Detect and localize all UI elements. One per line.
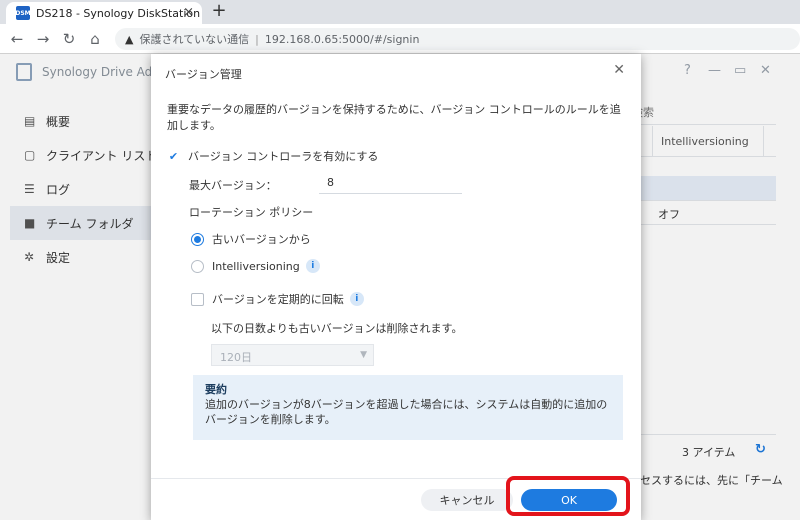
back-icon[interactable]: ←	[8, 30, 26, 48]
url-field[interactable]: ▲ 保護されていない通信 | 192.168.0.65:5000/#/signi…	[115, 28, 800, 50]
version-control-dialog: バージョン管理 ✕ 重要なデータの履歴的バージョンを保持するために、バージョン …	[151, 54, 641, 520]
close-icon[interactable]: ✕	[613, 62, 625, 78]
browser-tabbar: DSM DS218 - Synology DiskStation × +	[0, 0, 800, 24]
tab-title: DS218 - Synology DiskStation	[36, 6, 201, 20]
cancel-button[interactable]: キャンセル	[421, 489, 513, 511]
periodic-rotation-label: バージョンを定期的に回転	[212, 293, 344, 306]
radio-oldest-label: 古いバージョンから	[212, 233, 311, 246]
max-versions-text: 最大バージョン：	[189, 179, 277, 192]
radio-oldest[interactable]	[191, 232, 204, 246]
browser-tab[interactable]: DSM DS218 - Synology DiskStation ×	[6, 2, 202, 24]
radio-intelliversioning[interactable]	[191, 259, 204, 273]
summary-text: 追加のバージョンが8バージョンを超過した場合には、システムは自動的に追加のバージ…	[205, 398, 608, 426]
url-text: 192.168.0.65:5000/#/signin	[264, 32, 420, 46]
info-icon[interactable]: i	[349, 292, 364, 306]
summary-title: 要約	[205, 383, 227, 396]
tab-close-icon[interactable]: ×	[183, 5, 194, 20]
checkmark-icon[interactable]: ✔	[167, 150, 180, 163]
days-select[interactable]: 120日 ▼	[211, 344, 374, 366]
max-versions-input[interactable]: 8	[319, 172, 462, 194]
enable-version-control-label: バージョン コントローラを有効にする	[188, 150, 379, 163]
url-separator: |	[255, 32, 259, 46]
enable-version-control-row[interactable]: ✔ バージョン コントローラを有効にする	[167, 148, 379, 164]
info-icon[interactable]: i	[305, 259, 320, 273]
url-warning-text: 保護されていない通信	[139, 33, 250, 46]
periodic-note-text: 以下の日数よりも古いバージョンは削除されます。	[211, 322, 463, 335]
summary-box: 要約 追加のバージョンが8バージョンを超過した場合には、システムは自動的に追加の…	[193, 375, 623, 440]
dialog-title: バージョン管理	[165, 68, 242, 81]
periodic-note: 以下の日数よりも古いバージョンは削除されます。	[211, 320, 462, 336]
rotation-policy-heading: ローテーション ポリシー	[189, 204, 313, 220]
new-tab-button[interactable]: +	[208, 2, 230, 22]
ok-highlight-frame	[506, 476, 630, 516]
dsm-favicon-icon: DSM	[15, 6, 31, 20]
periodic-rotation-row[interactable]: バージョンを定期的に回転 i	[191, 291, 364, 307]
days-select-value: 120日	[220, 351, 252, 364]
radio-oldest-row[interactable]: 古いバージョンから	[191, 231, 311, 247]
home-icon[interactable]: ⌂	[86, 30, 104, 48]
chevron-down-icon: ▼	[360, 350, 367, 360]
radio-intelliversioning-row[interactable]: Intelliversioning i	[191, 259, 320, 273]
reload-icon[interactable]: ↻	[60, 30, 78, 48]
warning-icon[interactable]: ▲	[125, 33, 133, 46]
forward-icon[interactable]: →	[34, 30, 52, 48]
max-versions-label: 最大バージョン：	[189, 177, 277, 193]
address-bar: ← → ↻ ⌂ ▲ 保護されていない通信 | 192.168.0.65:5000…	[0, 24, 800, 54]
radio-intelliversioning-label: Intelliversioning	[212, 259, 300, 273]
periodic-rotation-checkbox[interactable]	[191, 292, 204, 306]
dialog-description: 重要なデータの履歴的バージョンを保持するために、バージョン コントロールのルール…	[167, 103, 621, 132]
rotation-policy-text: ローテーション ポリシー	[189, 206, 314, 219]
